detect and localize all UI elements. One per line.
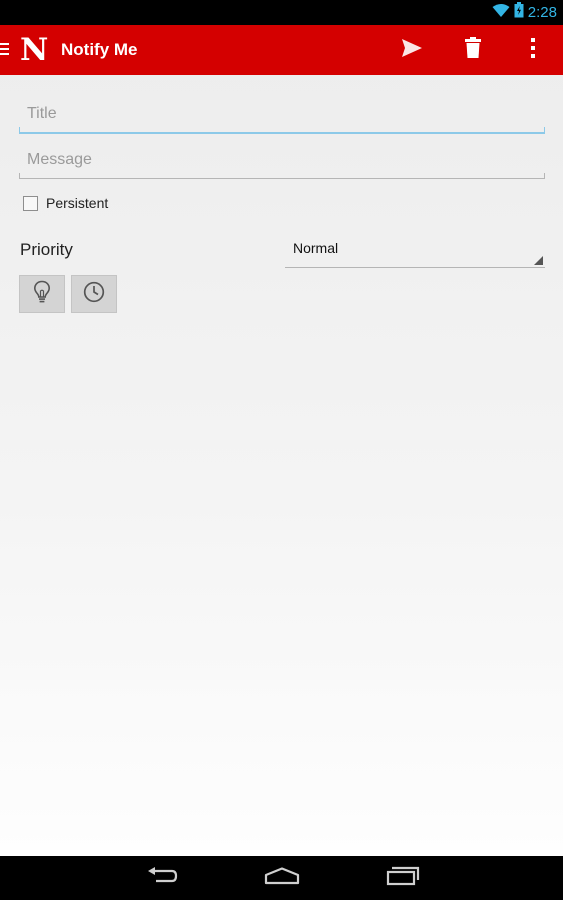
status-bar: 2:28 <box>0 0 563 25</box>
home-icon <box>264 866 300 890</box>
status-icons: 2:28 <box>492 2 557 23</box>
lightbulb-icon <box>33 280 51 309</box>
overflow-menu-icon <box>531 37 535 63</box>
spinner-arrow-icon <box>534 256 543 265</box>
delete-button[interactable] <box>451 25 495 75</box>
home-button[interactable] <box>252 862 312 894</box>
status-time: 2:28 <box>527 4 557 21</box>
message-input[interactable] <box>19 141 545 178</box>
persistent-label: Persistent <box>46 195 109 211</box>
recent-apps-icon <box>386 866 420 891</box>
title-input[interactable] <box>19 96 545 132</box>
send-icon <box>402 38 422 62</box>
priority-label: Priority <box>20 240 73 259</box>
priority-spinner[interactable]: Normal <box>285 236 545 268</box>
battery-icon <box>514 2 524 23</box>
clock-icon <box>83 281 105 308</box>
clock-button[interactable] <box>71 275 117 313</box>
message-field-container <box>19 141 545 179</box>
overflow-menu-button[interactable] <box>511 25 555 75</box>
checkbox-box[interactable] <box>23 195 38 211</box>
title-field-container <box>19 96 545 134</box>
drawer-menu-icon[interactable] <box>0 42 10 56</box>
back-icon <box>146 866 178 890</box>
priority-value: Normal <box>293 240 339 256</box>
action-bar: N Notify Me <box>0 25 563 75</box>
lightbulb-button[interactable] <box>19 275 65 313</box>
send-button[interactable] <box>390 25 434 75</box>
recent-apps-button[interactable] <box>373 862 433 894</box>
wifi-icon <box>492 3 510 23</box>
app-title: Notify Me <box>61 40 138 59</box>
persistent-checkbox[interactable]: Persistent <box>23 195 108 211</box>
trash-icon <box>465 37 481 63</box>
navigation-bar <box>0 856 563 900</box>
app-logo[interactable]: N <box>20 31 48 69</box>
back-button[interactable] <box>132 862 192 894</box>
